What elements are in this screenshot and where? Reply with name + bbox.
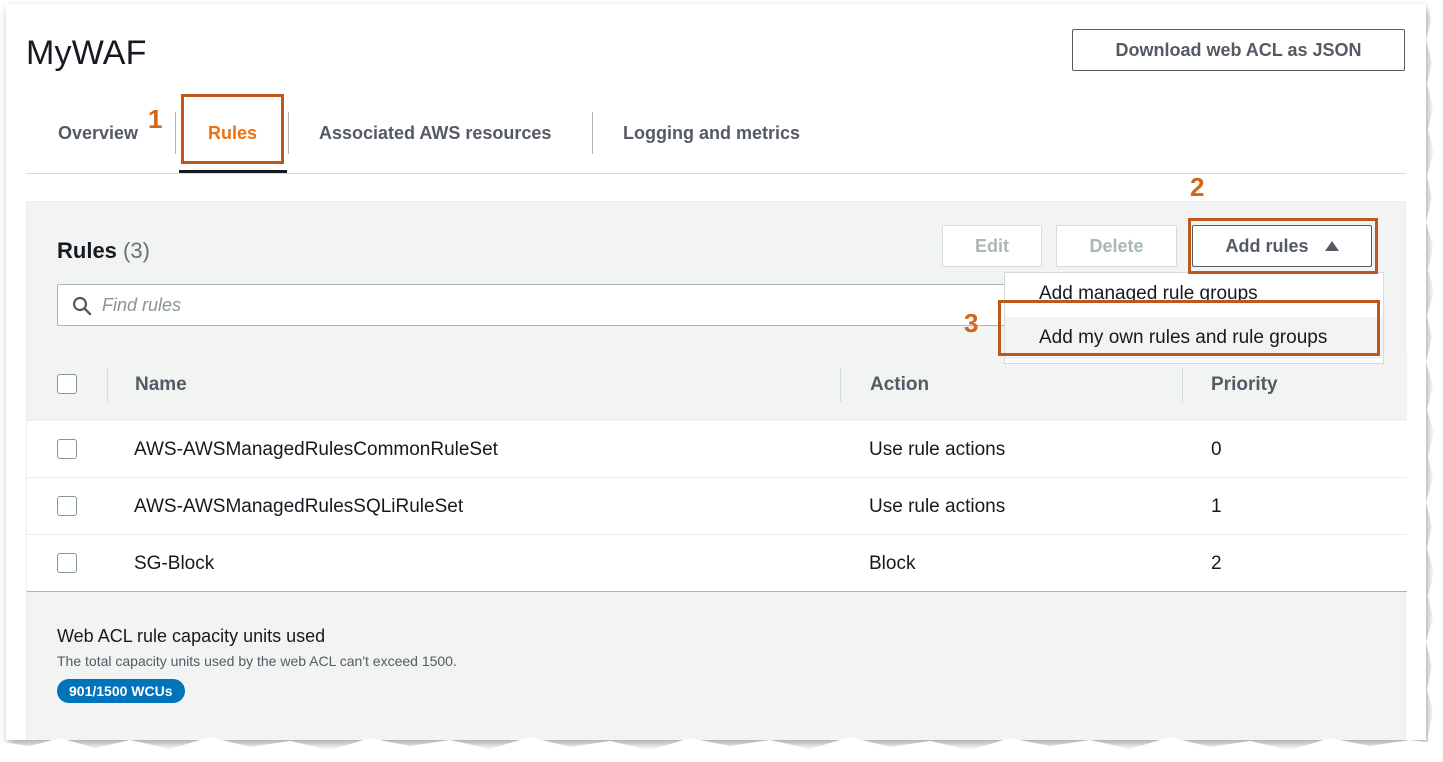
table-row[interactable]: AWS-AWSManagedRulesCommonRuleSet Use rul… (27, 421, 1407, 478)
row-checkbox[interactable] (57, 439, 77, 459)
rules-count: (3) (123, 238, 150, 263)
tab-separator (288, 112, 289, 154)
callout-box-add-own-rules (998, 300, 1380, 356)
rule-action: Block (869, 553, 916, 574)
search-icon (72, 296, 92, 316)
column-header-action[interactable]: Action (870, 374, 929, 396)
edit-button[interactable]: Edit (942, 225, 1042, 267)
column-header-name[interactable]: Name (135, 374, 187, 396)
rule-priority: 1 (1211, 496, 1222, 517)
search-input[interactable]: Find rules (57, 284, 1007, 326)
callout-number-3: 3 (964, 308, 979, 338)
callout-box-rules-tab (181, 94, 284, 164)
rule-priority: 2 (1211, 553, 1222, 574)
rule-action: Use rule actions (869, 496, 1006, 517)
tab-associated-resources[interactable]: Associated AWS resources (319, 94, 551, 172)
rules-heading: Rules (3) (57, 238, 150, 264)
column-separator (107, 368, 108, 402)
rules-heading-label: Rules (57, 238, 117, 263)
torn-edge-right (1426, 0, 1443, 762)
web-acl-page: MyWAF Download web ACL as JSON Overview … (6, 4, 1426, 740)
capacity-description: The total capacity units used by the web… (57, 653, 457, 669)
rule-name: AWS-AWSManagedRulesSQLiRuleSet (134, 496, 464, 517)
callout-number-2: 2 (1190, 172, 1205, 202)
row-checkbox[interactable] (57, 553, 77, 573)
rule-priority: 0 (1211, 439, 1222, 460)
torn-edge-bottom (0, 737, 1443, 762)
callout-number-1: 1 (148, 104, 163, 134)
screenshot-page: MyWAF Download web ACL as JSON Overview … (0, 0, 1443, 762)
page-title: MyWAF (26, 34, 147, 72)
tab-logging-metrics[interactable]: Logging and metrics (623, 94, 800, 172)
column-separator (840, 368, 841, 402)
capacity-title: Web ACL rule capacity units used (57, 626, 326, 646)
rule-name: AWS-AWSManagedRulesCommonRuleSet (134, 439, 498, 460)
tab-separator (592, 112, 593, 154)
delete-button[interactable]: Delete (1056, 225, 1177, 267)
table-row[interactable]: SG-Block Block 2 (27, 535, 1407, 592)
download-json-button[interactable]: Download web ACL as JSON (1072, 29, 1405, 71)
column-separator (1182, 368, 1183, 402)
tab-separator (175, 112, 176, 154)
wcu-badge: 901/1500 WCUs (57, 679, 185, 703)
table-row[interactable]: AWS-AWSManagedRulesSQLiRuleSet Use rule … (27, 478, 1407, 535)
select-all-checkbox[interactable] (57, 374, 77, 394)
tab-overview[interactable]: Overview (58, 94, 138, 172)
callout-box-add-rules (1188, 218, 1378, 274)
column-header-priority[interactable]: Priority (1211, 374, 1278, 396)
capacity-section: Web ACL rule capacity units used The tot… (57, 626, 457, 703)
rule-name: SG-Block (134, 553, 215, 574)
row-checkbox[interactable] (57, 496, 77, 516)
rule-action: Use rule actions (869, 439, 1006, 460)
search-placeholder: Find rules (102, 294, 182, 315)
active-tab-indicator (179, 170, 287, 173)
